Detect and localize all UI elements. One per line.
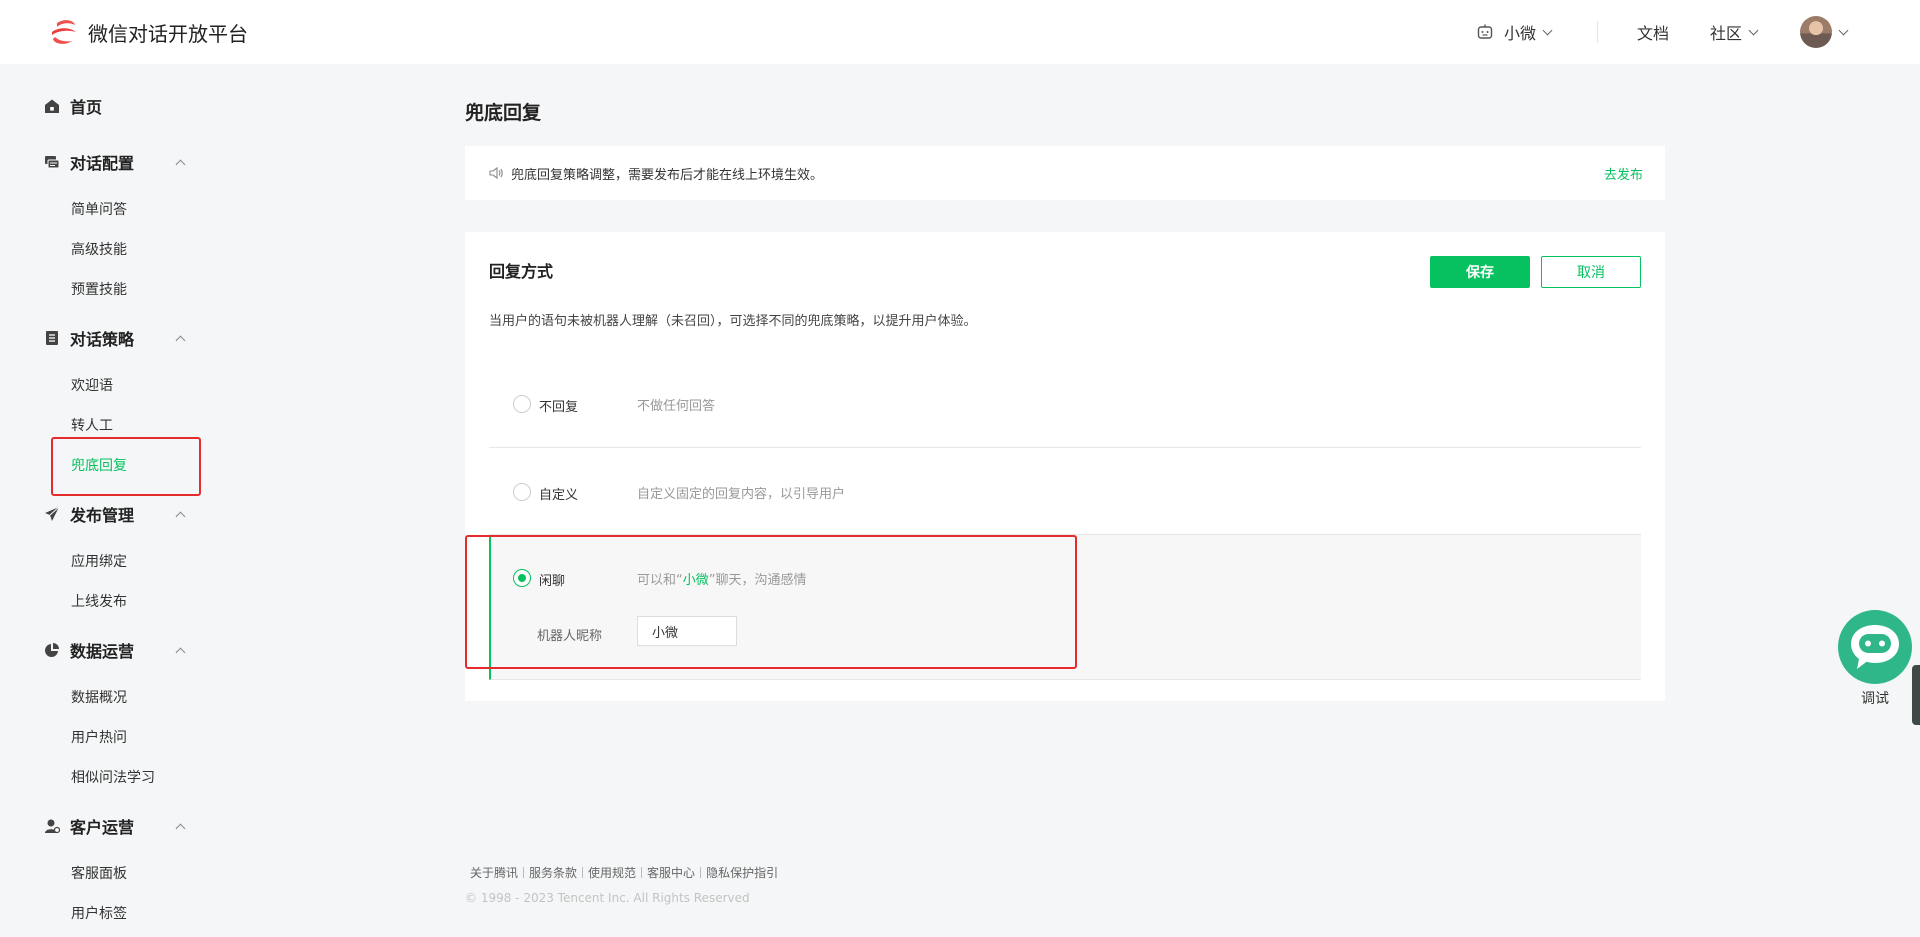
- send-icon: [44, 506, 60, 522]
- sidebar-item-data-overview[interactable]: 数据概况: [71, 687, 127, 707]
- robot-icon: [1477, 24, 1493, 39]
- chevron-up-icon[interactable]: [175, 511, 186, 521]
- sidebar-item-preset-skills[interactable]: 预置技能: [71, 279, 127, 299]
- option-label: 自定义: [539, 488, 579, 503]
- footer-link-privacy[interactable]: 隐私保护指引: [706, 864, 778, 881]
- option-description: 不做任何回答: [637, 399, 716, 414]
- avatar: [1800, 16, 1832, 48]
- sidebar-group-data-ops[interactable]: 数据运营: [44, 638, 186, 662]
- footer-link-rules[interactable]: 使用规范: [588, 864, 636, 881]
- chevron-down-icon: [1748, 25, 1759, 35]
- chat-config-icon: [44, 154, 60, 170]
- option-label: 不回复: [539, 400, 579, 415]
- footer-divider: [582, 867, 584, 878]
- docs-label: 文档: [1637, 24, 1670, 43]
- footer-link-about[interactable]: 关于腾讯: [470, 864, 518, 881]
- sidebar-item-advanced-skills[interactable]: 高级技能: [71, 239, 127, 259]
- top-header: 微信对话开放平台 小微 文档 社区: [0, 0, 1920, 64]
- sidebar-group-label: 数据运营: [70, 642, 135, 661]
- chevron-down-icon: [1838, 25, 1849, 35]
- sidebar-group-dialog-config[interactable]: 对话配置: [44, 150, 186, 174]
- docs-link[interactable]: 文档: [1637, 20, 1669, 44]
- sidebar-item-welcome[interactable]: 欢迎语: [71, 375, 113, 395]
- sidebar-item-service-panel[interactable]: 客服面板: [71, 863, 127, 883]
- sidebar-item-go-live[interactable]: 上线发布: [71, 591, 127, 611]
- brand-name: 微信对话开放平台: [88, 21, 248, 46]
- side-drawer-handle[interactable]: [1912, 665, 1920, 725]
- sidebar-item-human-transfer[interactable]: 转人工: [71, 415, 113, 435]
- sidebar-group-label: 发布管理: [70, 506, 135, 525]
- annotation-highlight-sidebar: [51, 437, 201, 496]
- user-menu[interactable]: [1800, 16, 1849, 48]
- debug-bot-icon: [1838, 610, 1912, 684]
- option-custom[interactable]: 自定义 自定义固定的回复内容，以引导用户: [489, 448, 1641, 535]
- chevron-up-icon[interactable]: [175, 159, 186, 169]
- copyright: © 1998 - 2023 Tencent Inc. All Rights Re…: [465, 891, 750, 905]
- cancel-button[interactable]: 取消: [1541, 256, 1641, 288]
- sidebar-item-simple-qa[interactable]: 简单问答: [71, 199, 127, 219]
- bot-switcher[interactable]: 小微: [1476, 20, 1553, 44]
- sidebar-item-hot-questions[interactable]: 用户热问: [71, 727, 127, 747]
- option-no-reply[interactable]: 不回复 不做任何回答: [489, 360, 1641, 448]
- pie-chart-icon: [44, 642, 60, 658]
- sidebar-group-customer-ops[interactable]: 客户运营: [44, 814, 186, 838]
- chevron-down-icon: [1542, 25, 1553, 35]
- sidebar-group-dialog-strategy[interactable]: 对话策略: [44, 326, 186, 350]
- radio-custom[interactable]: [513, 483, 531, 501]
- sidebar-group-label: 对话配置: [70, 154, 135, 173]
- chevron-up-icon[interactable]: [175, 823, 186, 833]
- strategy-icon: [44, 330, 60, 346]
- sidebar-item-user-tags[interactable]: 用户标签: [71, 903, 127, 923]
- card-title: 回复方式: [489, 262, 554, 281]
- chevron-up-icon[interactable]: [175, 647, 186, 657]
- sidebar-item-app-binding[interactable]: 应用绑定: [71, 551, 127, 571]
- footer-link-terms[interactable]: 服务条款: [529, 864, 577, 881]
- sidebar: 首页 对话配置 简单问答 高级技能 预置技能 对话策略 欢迎语 转人工 兜底回复…: [0, 64, 420, 937]
- header-divider: [1597, 21, 1598, 43]
- card-description: 当用户的语句未被机器人理解（未召回），可选择不同的兜底策略，以提升用户体验。: [489, 314, 977, 329]
- sidebar-group-label: 客户运营: [70, 818, 135, 837]
- sidebar-item-home[interactable]: 首页: [44, 94, 184, 118]
- sidebar-group-publish[interactable]: 发布管理: [44, 502, 186, 526]
- notice-text: 兜底回复策略调整，需要发布后才能在线上环境生效。: [511, 167, 824, 183]
- debug-button[interactable]: 调试: [1838, 610, 1912, 708]
- customer-icon: [44, 818, 60, 834]
- bot-name: 小微: [1504, 24, 1537, 43]
- footer-links: 关于腾讯 服务条款 使用规范 客服中心 隐私保护指引: [465, 864, 783, 881]
- home-icon: [44, 98, 60, 114]
- footer-divider: [523, 867, 525, 878]
- brand-logo-icon: [52, 20, 76, 44]
- debug-label: 调试: [1861, 691, 1889, 707]
- sidebar-group-label: 首页: [70, 98, 103, 117]
- chevron-up-icon[interactable]: [175, 335, 186, 345]
- community-menu[interactable]: 社区: [1710, 20, 1759, 44]
- radio-no-reply[interactable]: [513, 395, 531, 413]
- footer-divider: [700, 867, 702, 878]
- speaker-icon: [489, 166, 503, 180]
- page-title: 兜底回复: [465, 102, 542, 124]
- footer-divider: [641, 867, 643, 878]
- sidebar-item-similar-questions[interactable]: 相似问法学习: [71, 767, 155, 787]
- footer-link-support[interactable]: 客服中心: [647, 864, 695, 881]
- brand-logo[interactable]: 微信对话开放平台: [48, 16, 248, 48]
- save-button[interactable]: 保存: [1430, 256, 1530, 288]
- option-description: 自定义固定的回复内容，以引导用户: [637, 487, 846, 502]
- go-publish-link[interactable]: 去发布: [1604, 164, 1643, 183]
- annotation-highlight-option: [465, 535, 1077, 669]
- publish-notice: 兜底回复策略调整，需要发布后才能在线上环境生效。 去发布: [465, 146, 1665, 200]
- community-label: 社区: [1710, 24, 1743, 43]
- sidebar-group-label: 对话策略: [70, 330, 135, 349]
